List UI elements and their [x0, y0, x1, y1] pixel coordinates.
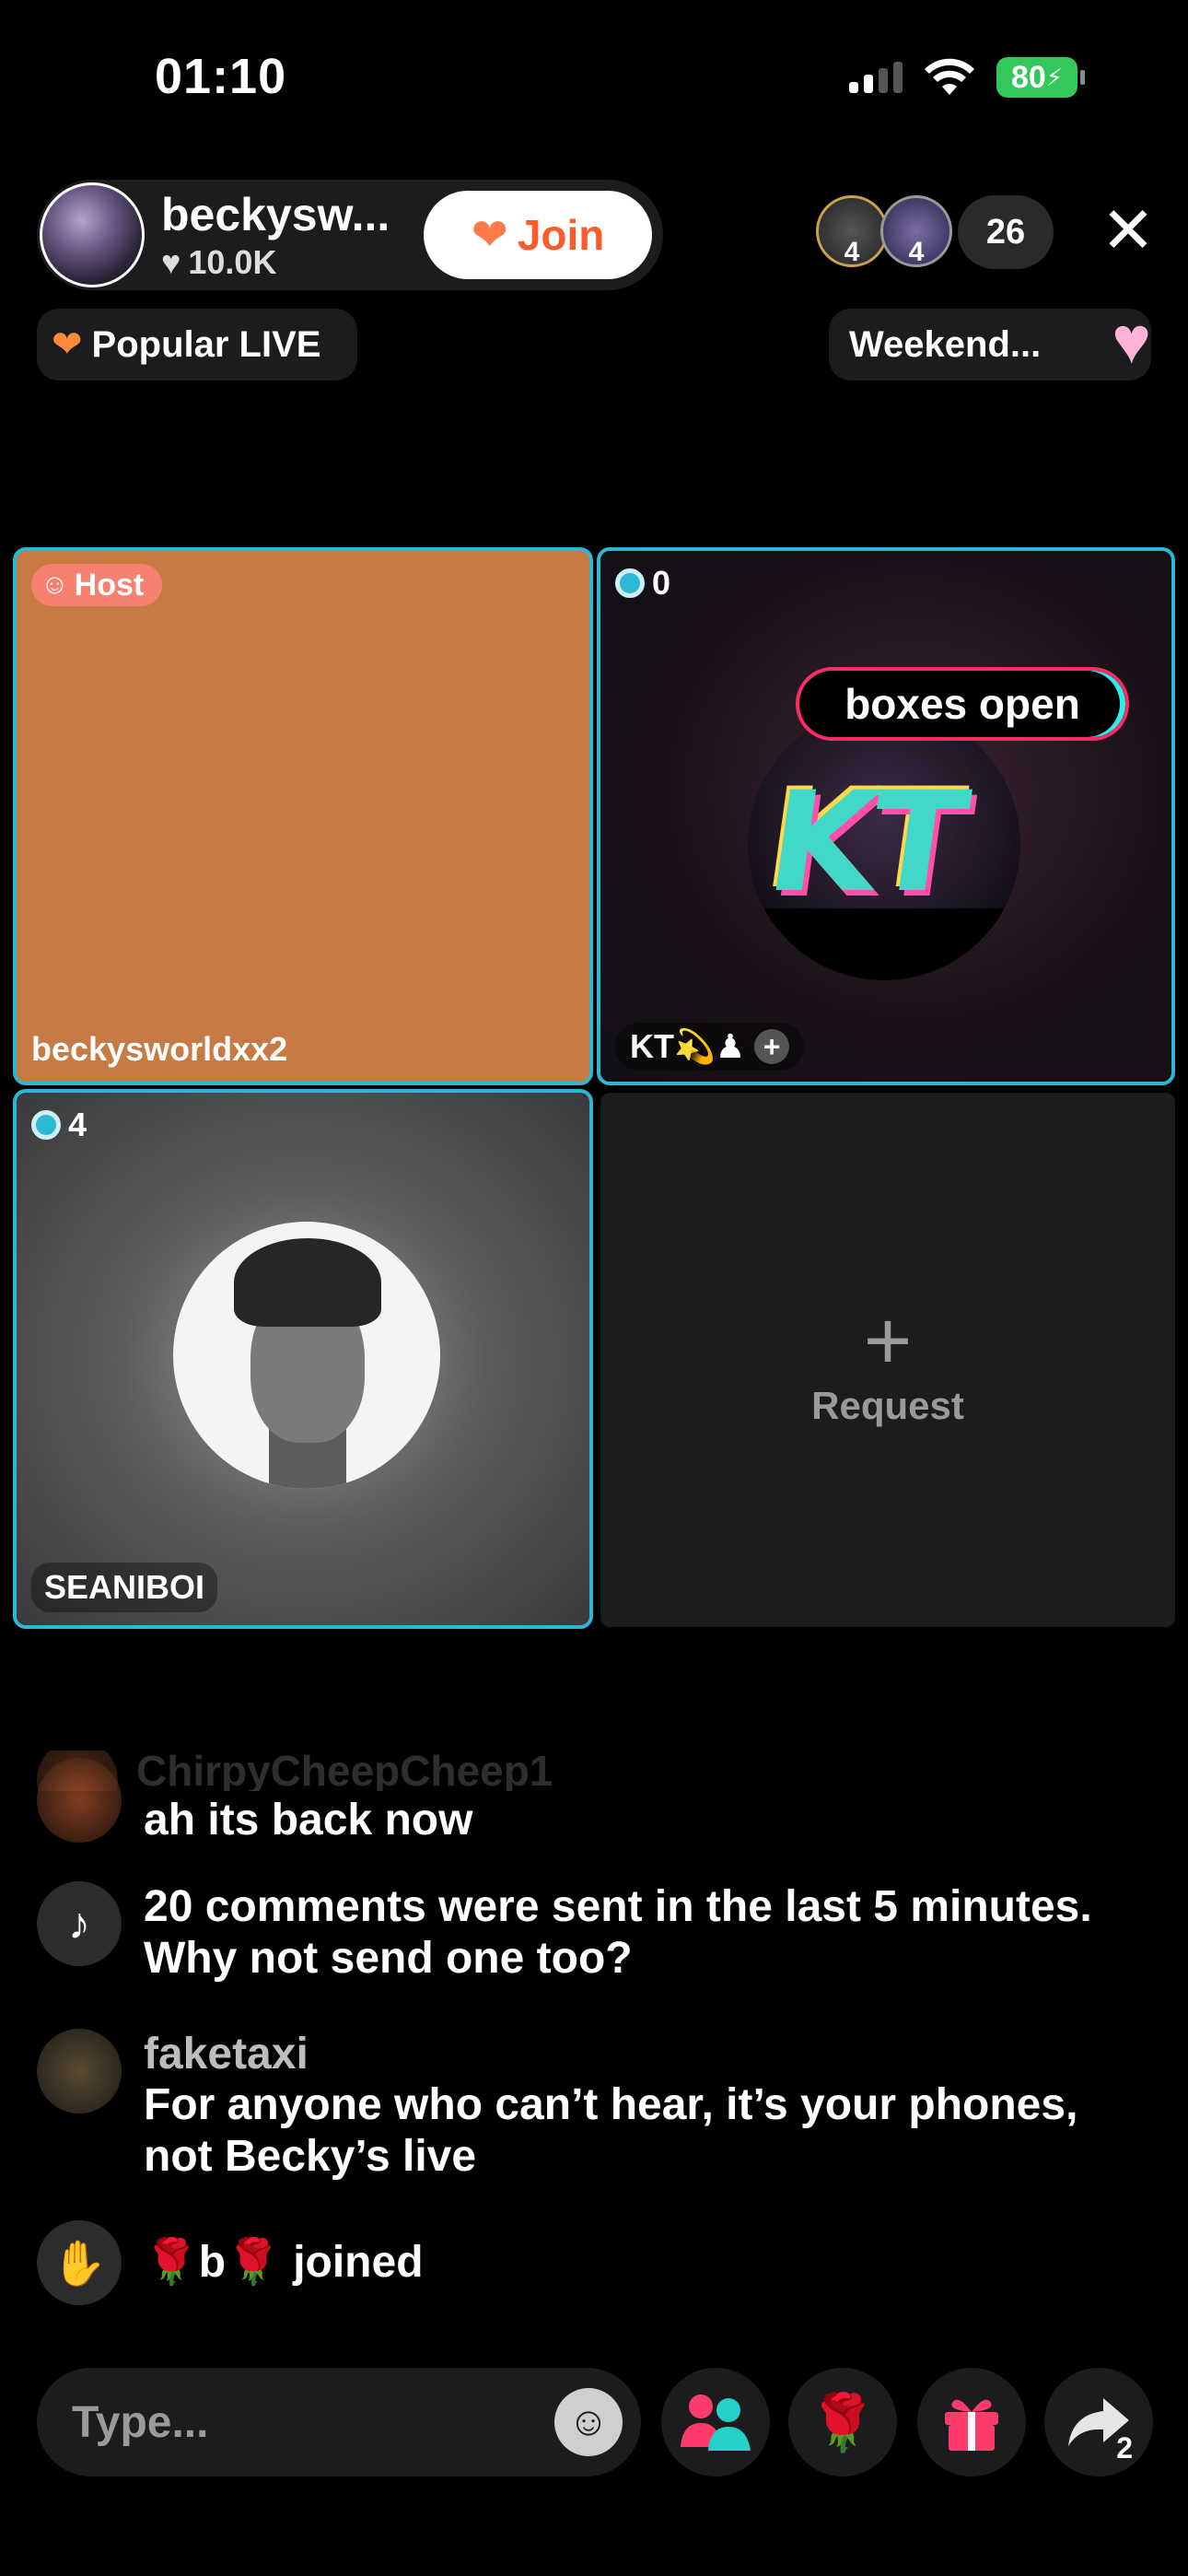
tiktok-icon: ♪	[37, 1881, 122, 1966]
faded-username: ChirpyCheepCheep1	[136, 1751, 553, 1791]
request-label: Request	[811, 1384, 964, 1427]
comment-text: 20 comments were sent in the last 5 minu…	[144, 1882, 1092, 1983]
score-icon	[31, 1110, 61, 1140]
guest-avatar	[173, 1222, 440, 1489]
kt-logo: KT	[758, 763, 972, 923]
heart-plus-icon: ❤	[471, 211, 508, 260]
viewer-avatar[interactable]: 4	[880, 195, 952, 267]
top-viewers[interactable]: 4 4	[816, 195, 952, 267]
request-content: + Request	[600, 1295, 1175, 1428]
join-label: Join	[517, 211, 605, 259]
cellular-signal-icon	[849, 62, 903, 93]
comment-text: For anyone who can’t hear, it’s your pho…	[144, 2080, 1078, 2181]
avatar-hair	[234, 1238, 381, 1327]
host-likes: ♥ 10.0K	[161, 243, 390, 282]
join-notice: ✋ 🌹b🌹 joined	[37, 2220, 1142, 2305]
host-likes-count: 10.0K	[188, 243, 277, 281]
comment-body: ah its back now	[144, 1795, 472, 1846]
host-badge-label: Host	[74, 567, 145, 603]
viewer-count[interactable]: 26	[958, 195, 1054, 269]
comment-text: ah its back now	[144, 1796, 473, 1844]
battery-level: 80	[1010, 59, 1046, 95]
comment-input[interactable]: Type... ☺	[37, 2368, 641, 2476]
status-time: 01:10	[155, 49, 287, 104]
host-tile-name: beckysworldxx2	[31, 1030, 288, 1068]
status-indicators: 80 ⚡	[849, 57, 1085, 98]
commenter-avatar[interactable]	[37, 1758, 122, 1843]
weekend-pill[interactable]: Weekend... ♥	[829, 304, 1151, 381]
viewer-rank-badge: 4	[844, 237, 860, 267]
host-icon: ☺	[41, 569, 69, 600]
emoji-icon[interactable]: ☺	[554, 2388, 623, 2456]
join-button[interactable]: ❤ Join	[424, 191, 652, 279]
charging-bolt-icon: ⚡	[1045, 63, 1064, 91]
comment-body: 20 comments were sent in the last 5 minu…	[144, 1881, 1101, 1985]
boxes-open-label: boxes open	[796, 667, 1129, 741]
kt-avatar: KT	[748, 708, 1020, 980]
viewer-avatar[interactable]: 4	[816, 195, 888, 267]
host-avatar[interactable]	[40, 182, 145, 287]
gift-button[interactable]	[917, 2368, 1026, 2476]
share-button[interactable]: 2	[1044, 2368, 1153, 2476]
guest-name: KT💫♟	[630, 1027, 746, 1065]
comment-body: 🌹b🌹 joined	[144, 2220, 424, 2305]
host-name: beckysw...	[161, 189, 390, 240]
guest-score-badge: 4	[31, 1106, 87, 1144]
guest-score: 4	[68, 1106, 87, 1143]
host-tile[interactable]: ☺ Host beckysworldxx2	[13, 547, 593, 1085]
close-icon[interactable]: ✕	[1101, 198, 1156, 263]
comment-item[interactable]: ah its back now	[37, 1758, 1142, 1846]
comment-input-placeholder: Type...	[72, 2397, 209, 2447]
popular-live-pill[interactable]: ❤ Popular LIVE	[37, 309, 357, 381]
wave-icon[interactable]: ✋	[37, 2220, 122, 2305]
host-info: beckysw... ♥ 10.0K	[161, 188, 390, 282]
guest-tile-seaniboi[interactable]: 4 SEANIBOI	[13, 1089, 593, 1629]
weekend-label: Weekend...	[849, 323, 1042, 365]
battery-icon: 80 ⚡	[996, 57, 1085, 98]
comment-item[interactable]: faketaxi For anyone who can’t hear, it’s…	[37, 2029, 1142, 2183]
comment-username[interactable]: faketaxi	[144, 2029, 1101, 2079]
avatar-shadow	[748, 908, 1020, 980]
people-icon	[681, 2395, 751, 2451]
viewer-rank-badge: 4	[908, 237, 925, 267]
host-badge: ☺ Host	[31, 564, 163, 606]
share-count: 2	[1116, 2431, 1133, 2465]
guest-name-pill: KT💫♟ +	[615, 1023, 805, 1071]
request-slot[interactable]: + Request	[600, 1093, 1175, 1627]
rose-gift-button[interactable]: 🌹	[788, 2368, 897, 2476]
fluffy-heart-icon: ♥	[1112, 304, 1151, 378]
follow-plus-icon[interactable]: +	[754, 1029, 790, 1064]
comment-body: faketaxi For anyone who can’t hear, it’s…	[144, 2029, 1101, 2183]
guest-score: 0	[652, 564, 671, 602]
heart-icon: ❤	[52, 324, 83, 365]
guest-name: SEANIBOI	[31, 1563, 218, 1612]
faded-comment: ChirpyCheepCheep1	[37, 1751, 1105, 1791]
plus-icon: +	[863, 1295, 913, 1388]
join-text: 🌹b🌹 joined	[144, 2238, 424, 2287]
popular-live-label: Popular LIVE	[91, 323, 321, 365]
score-icon	[615, 568, 645, 598]
multi-guest-button[interactable]	[661, 2368, 770, 2476]
guest-score-badge: 0	[615, 564, 670, 603]
system-comment: ♪ 20 comments were sent in the last 5 mi…	[37, 1881, 1142, 1985]
heart-icon: ♥	[161, 243, 181, 281]
commenter-avatar[interactable]	[37, 2029, 122, 2113]
rose-icon: 🌹	[808, 2391, 878, 2453]
wifi-icon	[925, 58, 974, 95]
gift-icon	[945, 2399, 998, 2451]
guest-tile-kt[interactable]: 0 KT boxes open KT💫♟ +	[597, 547, 1175, 1085]
host-profile-pill[interactable]: beckysw... ♥ 10.0K ❤ Join	[37, 180, 663, 290]
